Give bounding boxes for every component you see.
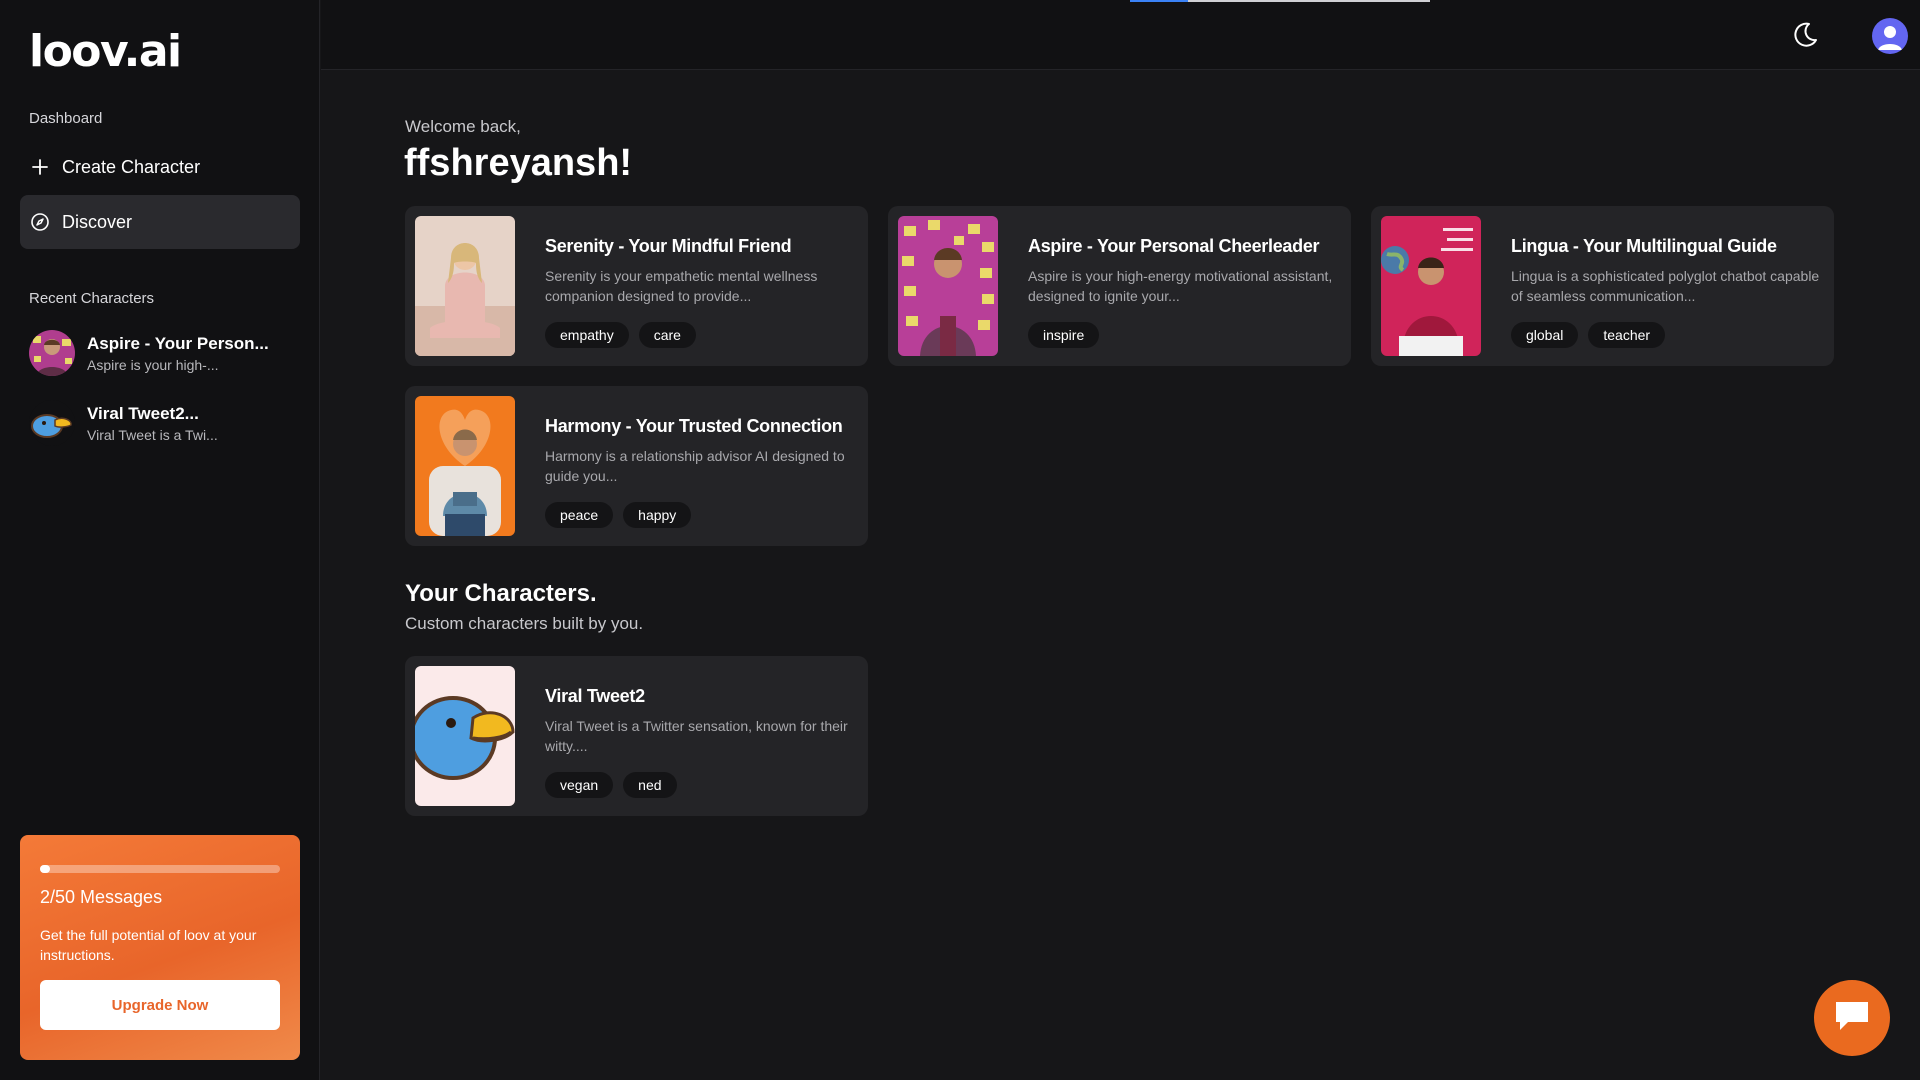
theme-toggle-button[interactable] [1790,20,1820,50]
moon-icon [1790,22,1820,54]
chat-bubble-icon [1832,998,1872,1039]
tag[interactable]: teacher [1588,322,1666,348]
welcome-text: Welcome back, [405,117,521,136]
tag[interactable]: ned [623,772,677,798]
character-title: Lingua - Your Multilingual Guide [1511,236,1777,256]
character-title: Aspire - Your Personal Cheerleader [1028,236,1320,256]
nav-label-create: Create Character [62,156,201,177]
tag-list: vegan ned [545,772,677,798]
character-card-viral-tweet2[interactable]: Viral Tweet2 Viral Tweet is a Twitter se… [405,656,868,816]
recent-subtitle: Aspire is your high-... [87,356,219,373]
user-avatar-icon [1872,26,1908,54]
page-loading-bar [1130,0,1430,2]
character-title: Harmony - Your Trusted Connection [545,416,843,436]
your-characters-heading: Your Characters. [405,580,597,607]
nav-label-discover: Discover [62,211,133,232]
recent-character-aspire[interactable]: Aspire - Your Person... Aspire is your h… [29,330,299,376]
avatar [29,330,75,376]
compass-icon [30,212,50,232]
character-description: Aspire is your high-energy motivational … [1028,268,1333,304]
profile-button[interactable] [1872,18,1908,54]
dashboard-label: Dashboard [29,110,103,127]
upgrade-now-button[interactable]: Upgrade Now [40,980,280,1030]
tag[interactable]: empathy [545,322,629,348]
topbar [321,0,1920,70]
character-image [1381,216,1481,356]
recent-title: Aspire - Your Person... [87,333,269,353]
character-card-serenity[interactable]: Serenity - Your Mindful Friend Serenity … [405,206,868,366]
discover-nav-item[interactable]: Discover [20,195,300,249]
page-title: ffshreyansh! [404,142,633,184]
upgrade-card: 2/50 Messages Get the full potential of … [20,835,300,1060]
logo[interactable]: loov.ai [29,26,182,77]
progress-fill [40,865,50,873]
character-description: Harmony is a relationship advisor AI des… [545,448,845,484]
tag[interactable]: vegan [545,772,614,798]
tag[interactable]: happy [623,502,692,528]
character-title: Serenity - Your Mindful Friend [545,236,792,256]
chat-button[interactable] [1814,980,1890,1056]
character-description: Lingua is a sophisticated polyglot chatb… [1511,268,1820,304]
character-image [415,216,515,356]
plus-icon [30,157,50,177]
your-characters-subtitle: Custom characters built by you. [405,614,644,633]
avatar [29,400,75,446]
character-card-lingua[interactable]: Lingua - Your Multilingual Guide Lingua … [1371,206,1834,366]
tag-list: inspire [1028,322,1100,348]
recent-subtitle: Viral Tweet is a Twi... [87,426,218,443]
create-character-button[interactable]: Create Character [20,140,300,194]
character-image [415,666,515,806]
tag-list: global teacher [1511,322,1666,348]
upgrade-description: Get the full potential of loov at your i… [40,927,257,963]
tag-list: peace happy [545,502,692,528]
character-description: Viral Tweet is a Twitter sensation, know… [545,718,848,754]
sidebar: loov.ai Dashboard Create Character Disco… [0,0,320,1080]
tag-list: empathy care [545,322,696,348]
character-card-harmony[interactable]: Harmony - Your Trusted Connection Harmon… [405,386,868,546]
character-card-aspire[interactable]: Aspire - Your Personal Cheerleader Aspir… [888,206,1351,366]
message-count: 2/50 Messages [40,887,163,907]
tag[interactable]: inspire [1028,322,1100,348]
tag[interactable]: care [638,322,696,348]
character-description: Serenity is your empathetic mental welln… [545,268,818,304]
recent-title: Viral Tweet2... [87,403,199,423]
character-image [898,216,998,356]
tag[interactable]: peace [545,502,614,528]
message-usage-progress [40,865,280,873]
character-title: Viral Tweet2 [545,686,645,706]
tag[interactable]: global [1511,322,1579,348]
character-image [415,396,515,536]
recent-characters-label: Recent Characters [29,290,155,307]
recent-character-viral-tweet[interactable]: Viral Tweet2... Viral Tweet is a Twi... [29,400,299,446]
